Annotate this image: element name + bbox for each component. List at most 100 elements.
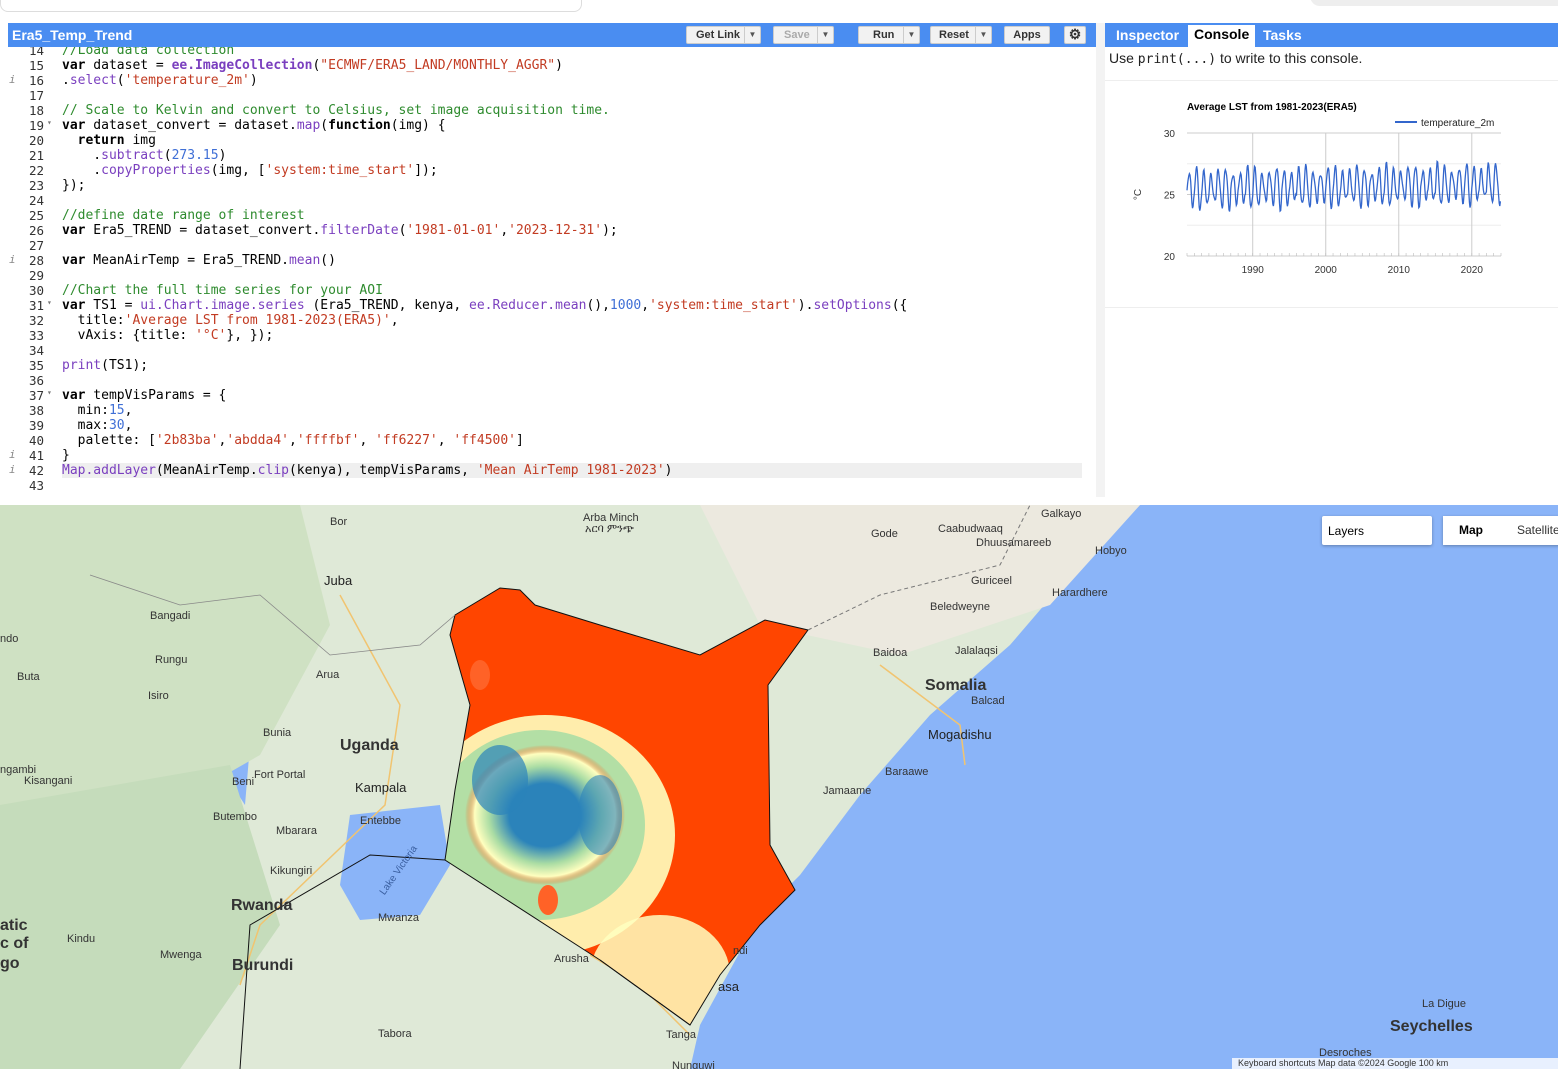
code-line[interactable]: 34 xyxy=(8,343,1096,358)
line-number: 18 xyxy=(28,103,44,118)
code-text[interactable]: print(TS1); xyxy=(62,358,148,373)
info-icon[interactable]: i xyxy=(9,73,16,86)
chevron-down-icon[interactable]: ▼ xyxy=(817,27,833,43)
code-text[interactable]: return img xyxy=(62,133,156,148)
code-text[interactable]: var dataset = ee.ImageCollection("ECMWF/… xyxy=(62,58,563,73)
chevron-down-icon[interactable]: ▼ xyxy=(903,27,919,43)
code-line[interactable]: 24 xyxy=(8,193,1096,208)
code-text[interactable]: var tempVisParams = { xyxy=(62,388,226,403)
code-line[interactable]: 25 //define date range of interest xyxy=(8,208,1096,223)
info-icon[interactable]: i xyxy=(9,448,16,461)
map-label: Baidoa xyxy=(873,647,908,659)
info-icon[interactable]: i xyxy=(9,253,16,266)
line-number: 34 xyxy=(28,343,44,358)
code-text[interactable]: }); xyxy=(62,178,85,193)
line-number: 25 xyxy=(28,208,44,223)
code-text[interactable]: //define date range of interest xyxy=(62,208,305,223)
code-text[interactable]: //Chart the full time series for your AO… xyxy=(62,283,383,298)
map-label: Hobyo xyxy=(1095,545,1127,557)
top-right-pill[interactable] xyxy=(1310,0,1558,6)
code-line[interactable]: 43 xyxy=(8,478,1096,493)
line-number: 17 xyxy=(28,88,44,103)
line-number: 20 xyxy=(28,133,44,148)
gear-icon[interactable]: ⚙ xyxy=(1064,26,1086,44)
code-line[interactable]: 15 var dataset = ee.ImageCollection("ECMW… xyxy=(8,58,1096,73)
map-type-map[interactable]: Map xyxy=(1459,523,1483,537)
run-button[interactable]: Run ▼ xyxy=(858,26,920,44)
code-line[interactable]: 20 return img xyxy=(8,133,1096,148)
map-label: Caabudwaaq xyxy=(938,523,1003,535)
code-line[interactable]: 18 // Scale to Kelvin and convert to Cels… xyxy=(8,103,1096,118)
map-label: Beledweyne xyxy=(930,601,990,613)
chevron-down-icon[interactable]: ▼ xyxy=(744,27,760,43)
code-text[interactable]: .subtract(273.15) xyxy=(62,148,226,163)
top-search-field[interactable] xyxy=(0,0,582,12)
tab-console[interactable]: Console xyxy=(1188,25,1256,47)
code-line[interactable]: 42 i Map.addLayer(MeanAirTemp.clip(kenya),… xyxy=(8,463,1096,478)
code-line[interactable]: 38 min:15, xyxy=(8,403,1096,418)
code-line[interactable]: 39 max:30, xyxy=(8,418,1096,433)
code-line[interactable]: 17 xyxy=(8,88,1096,103)
code-text[interactable]: .select('temperature_2m') xyxy=(62,73,258,88)
fold-icon[interactable]: ▾ xyxy=(47,118,52,127)
code-line[interactable]: 29 xyxy=(8,268,1096,283)
code-line[interactable]: 28 i var MeanAirTemp = Era5_TREND.mean() xyxy=(8,253,1096,268)
code-line[interactable]: 40 palette: ['2b83ba','abdda4','ffffbf',… xyxy=(8,433,1096,448)
get-link-button[interactable]: Get Link ▼ xyxy=(686,26,761,44)
code-text[interactable]: .copyProperties(img, ['system:time_start… xyxy=(62,163,437,178)
highland-cold-zone xyxy=(472,745,528,815)
line-number: 39 xyxy=(28,418,44,433)
code-line[interactable]: 30 //Chart the full time series for your … xyxy=(8,283,1096,298)
code-line[interactable]: 32 title:'Average LST from 1981-2023(ERA… xyxy=(8,313,1096,328)
code-line[interactable]: 31 ▾ var TS1 = ui.Chart.image.series (Era5… xyxy=(8,298,1096,313)
panel-divider[interactable] xyxy=(1096,23,1105,497)
code-text[interactable]: min:15, xyxy=(62,403,133,418)
code-line[interactable]: 19 ▾ var dataset_convert = dataset.map(fun… xyxy=(8,118,1096,133)
chart-title: Average LST from 1981-2023(ERA5) xyxy=(1187,102,1357,113)
fold-icon[interactable]: ▾ xyxy=(47,388,52,397)
code-editor[interactable]: 14 //Load data collection 15 var dataset = … xyxy=(8,47,1096,496)
tab-tasks[interactable]: Tasks xyxy=(1263,27,1302,43)
line-number: 24 xyxy=(28,193,44,208)
fold-icon[interactable]: ▾ xyxy=(47,298,52,307)
y-axis-label: °C xyxy=(1133,189,1144,200)
map-label: Butembo xyxy=(213,811,258,823)
info-icon[interactable]: i xyxy=(9,463,16,476)
code-line[interactable]: 36 xyxy=(8,373,1096,388)
save-button[interactable]: Save ▼ xyxy=(773,26,834,44)
console-panel: Use print(...) to write to this console.… xyxy=(1105,47,1558,496)
code-text[interactable]: max:30, xyxy=(62,418,133,433)
code-text[interactable]: vAxis: {title: '°C'}, }); xyxy=(62,328,274,343)
map-view[interactable]: Bor Arba Minch አርባ ምንጭ Juba Bangadi Rungu Buta… xyxy=(0,505,1558,1069)
layers-button[interactable]: Layers xyxy=(1322,516,1432,545)
code-line[interactable]: 16 i .select('temperature_2m') xyxy=(8,73,1096,88)
code-text[interactable]: var Era5_TREND = dataset_convert.filterD… xyxy=(62,223,618,238)
code-text[interactable]: var TS1 = ui.Chart.image.series (Era5_TR… xyxy=(62,298,907,313)
code-text[interactable]: var MeanAirTemp = Era5_TREND.mean() xyxy=(62,253,336,268)
code-line[interactable]: 35 print(TS1); xyxy=(8,358,1096,373)
map-type-toggle[interactable]: Map Satellite xyxy=(1443,516,1558,545)
code-text[interactable]: palette: ['2b83ba','abdda4','ffffbf', 'f… xyxy=(62,433,524,448)
code-text[interactable]: var dataset_convert = dataset.map(functi… xyxy=(62,118,446,133)
code-line[interactable]: 27 xyxy=(8,238,1096,253)
map-label: Kampala xyxy=(355,780,407,795)
code-text[interactable]: Map.addLayer(MeanAirTemp.clip(kenya), te… xyxy=(62,463,1082,478)
code-line[interactable]: 33 vAxis: {title: '°C'}, }); xyxy=(8,328,1096,343)
map-type-satellite[interactable]: Satellite xyxy=(1517,523,1558,537)
code-line[interactable]: 22 .copyProperties(img, ['system:time_st… xyxy=(8,163,1096,178)
code-text[interactable]: } xyxy=(62,448,70,463)
code-text[interactable]: // Scale to Kelvin and convert to Celsiu… xyxy=(62,103,610,118)
code-line[interactable]: 41 i} xyxy=(8,448,1096,463)
code-line[interactable]: 14 //Load data collection xyxy=(8,47,1096,58)
code-line[interactable]: 21 .subtract(273.15) xyxy=(8,148,1096,163)
reset-button[interactable]: Reset ▼ xyxy=(930,26,992,44)
code-line[interactable]: 26 var Era5_TREND = dataset_convert.filte… xyxy=(8,223,1096,238)
code-text[interactable]: //Load data collection xyxy=(62,47,234,58)
chevron-down-icon[interactable]: ▼ xyxy=(975,27,991,43)
tab-inspector[interactable]: Inspector xyxy=(1116,27,1179,43)
apps-button[interactable]: Apps xyxy=(1004,26,1050,44)
code-text[interactable]: title:'Average LST from 1981-2023(ERA5)'… xyxy=(62,313,399,328)
code-line[interactable]: 37 ▾ var tempVisParams = { xyxy=(8,388,1096,403)
code-line[interactable]: 23}); xyxy=(8,178,1096,193)
map-label: Kindu xyxy=(67,933,96,945)
